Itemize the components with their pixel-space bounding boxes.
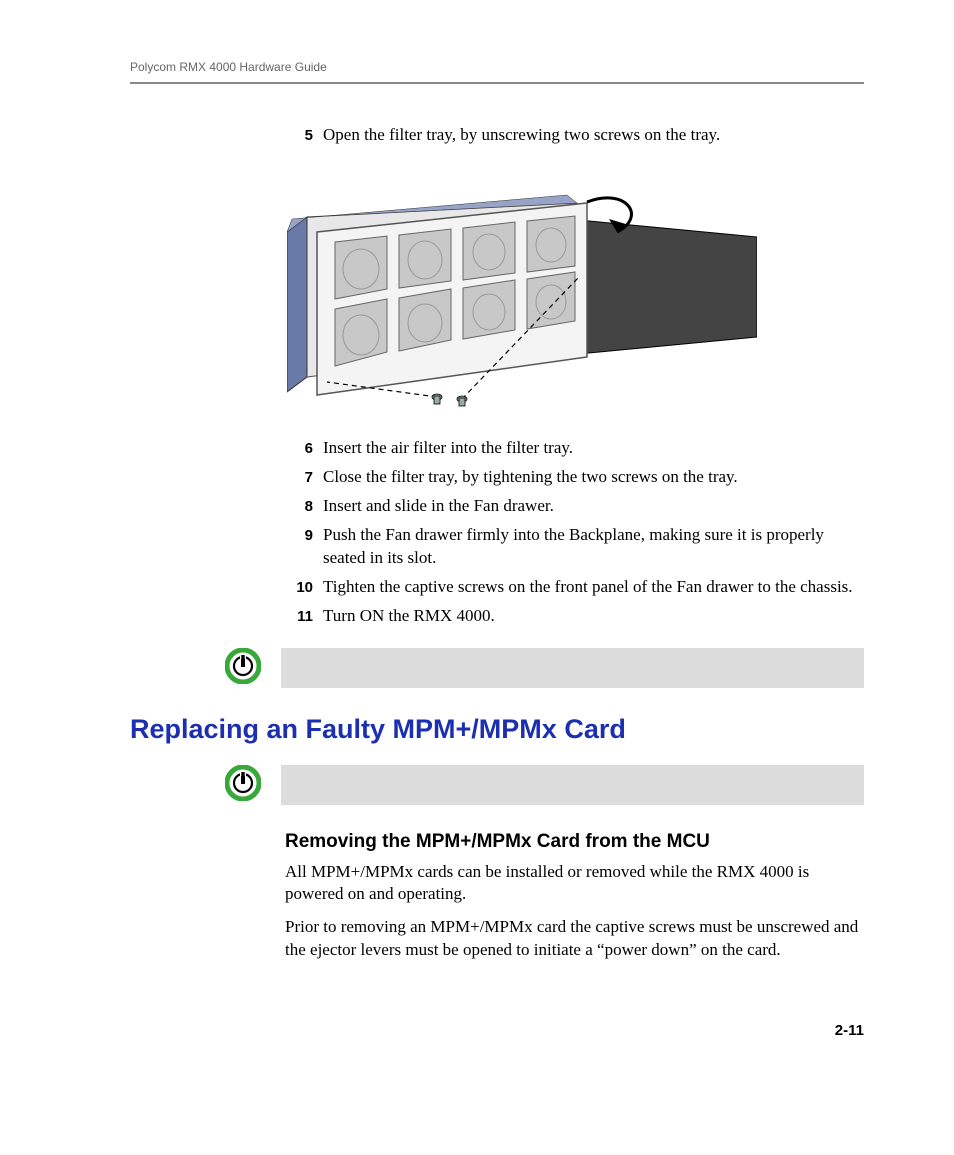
page-number: 2-11 <box>130 1022 864 1039</box>
step-number: 5 <box>285 124 313 147</box>
power-icon <box>225 765 261 806</box>
body-paragraph: All MPM+/MPMx cards can be installed or … <box>285 861 864 907</box>
step-6: 6 Insert the air filter into the filter … <box>285 437 864 460</box>
step-7: 7 Close the filter tray, by tightening t… <box>285 466 864 489</box>
step-number: 6 <box>285 437 313 460</box>
note-bar <box>281 648 864 688</box>
step-number: 9 <box>285 524 313 570</box>
step-text: Insert the air filter into the filter tr… <box>323 437 864 460</box>
step-text: Turn ON the RMX 4000. <box>323 605 864 628</box>
step-text: Open the filter tray, by unscrewing two … <box>323 124 864 147</box>
filter-tray-figure <box>180 177 864 407</box>
header-rule <box>130 82 864 84</box>
step-number: 8 <box>285 495 313 518</box>
step-text: Insert and slide in the Fan drawer. <box>323 495 864 518</box>
subsection-heading: Removing the MPM+/MPMx Card from the MCU <box>285 831 864 853</box>
step-11: 11 Turn ON the RMX 4000. <box>285 605 864 628</box>
power-icon <box>225 648 261 689</box>
step-text: Tighten the captive screws on the front … <box>323 576 864 599</box>
step-number: 7 <box>285 466 313 489</box>
note-callout <box>225 765 864 806</box>
note-bar <box>281 765 864 805</box>
step-number: 10 <box>285 576 313 599</box>
step-text: Close the filter tray, by tightening the… <box>323 466 864 489</box>
body-paragraph: Prior to removing an MPM+/MPMx card the … <box>285 916 864 962</box>
step-8: 8 Insert and slide in the Fan drawer. <box>285 495 864 518</box>
step-9: 9 Push the Fan drawer firmly into the Ba… <box>285 524 864 570</box>
step-10: 10 Tighten the captive screws on the fro… <box>285 576 864 599</box>
step-number: 11 <box>285 605 313 628</box>
step-text: Push the Fan drawer firmly into the Back… <box>323 524 864 570</box>
section-heading: Replacing an Faulty MPM+/MPMx Card <box>130 714 864 745</box>
step-5: 5 Open the filter tray, by unscrewing tw… <box>285 124 864 147</box>
note-callout <box>225 648 864 689</box>
running-header: Polycom RMX 4000 Hardware Guide <box>130 60 864 74</box>
